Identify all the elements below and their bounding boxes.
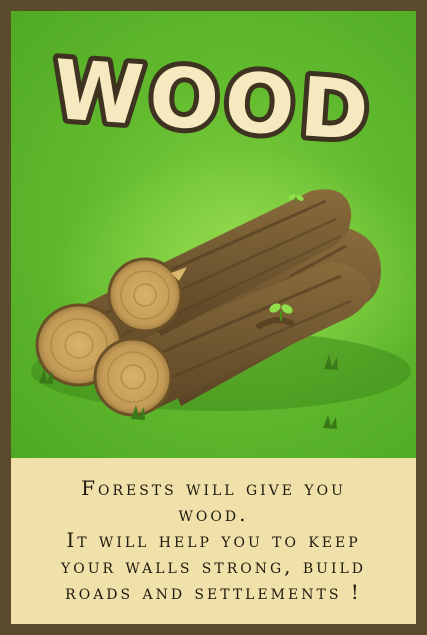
description-line-5: roads and settlements ! <box>65 580 362 604</box>
card-title: WOOD WOOD <box>45 38 383 165</box>
description-line-2: wood. <box>178 502 249 526</box>
card-description: Forests will give you wood. It will help… <box>11 458 416 624</box>
description-line-1: Forests will give you <box>81 476 346 500</box>
description-line-3: It will help you to keep <box>66 528 361 552</box>
description-line-4: your walls strong, build <box>61 554 366 578</box>
resource-card[interactable]: WOOD WOOD Forests will give you wood. It… <box>0 0 427 635</box>
svg-text:WOOD: WOOD <box>50 43 378 160</box>
card-illustration: WOOD WOOD <box>11 11 416 458</box>
wood-logs-illustration: WOOD WOOD <box>31 38 416 429</box>
